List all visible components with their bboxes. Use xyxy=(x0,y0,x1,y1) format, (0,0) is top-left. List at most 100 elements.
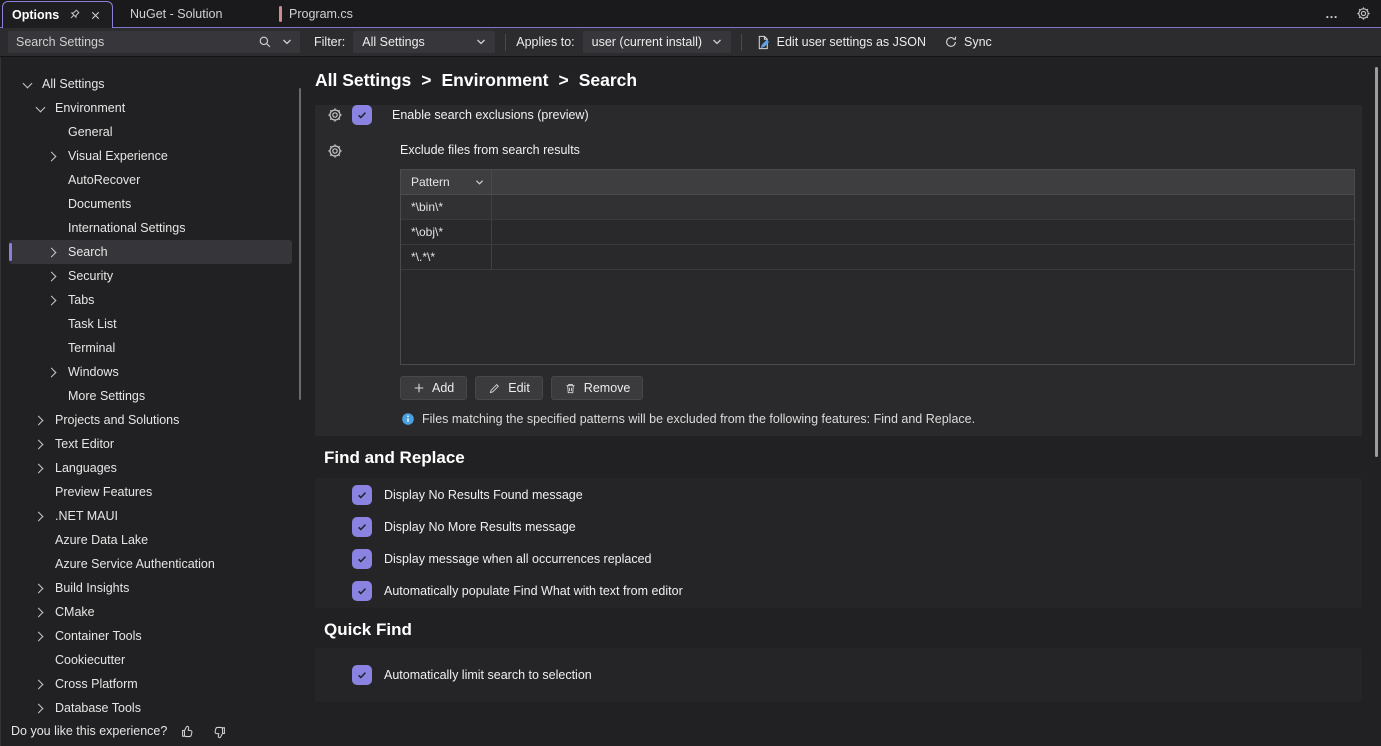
table-row[interactable]: *\obj\* xyxy=(401,220,1354,245)
sidebar-item-visual-experience[interactable]: Visual Experience xyxy=(9,144,292,168)
edit-button[interactable]: Edit xyxy=(475,376,543,400)
setting-label: Display message when all occurrences rep… xyxy=(384,552,652,566)
filter-dropdown[interactable]: All Settings xyxy=(353,31,495,53)
chevron-spacer xyxy=(34,654,47,667)
search-input-wrap xyxy=(8,31,300,53)
tree-item-label: Preview Features xyxy=(55,485,152,499)
sidebar-item-windows[interactable]: Windows xyxy=(9,360,292,384)
sidebar-item-tabs[interactable]: Tabs xyxy=(9,288,292,312)
feedback-prompt: Do you like this experience? xyxy=(11,724,167,738)
tab-program-cs[interactable]: Program.cs xyxy=(279,0,353,27)
exclude-files-label: Exclude files from search results xyxy=(400,143,580,157)
enable-exclusions-label: Enable search exclusions (preview) xyxy=(392,108,589,122)
sidebar-item-projects-and-solutions[interactable]: Projects and Solutions xyxy=(9,408,292,432)
remove-button[interactable]: Remove xyxy=(551,376,644,400)
tab-options-label: Options xyxy=(12,8,59,22)
gear-icon[interactable] xyxy=(1356,6,1371,21)
sidebar-item-environment[interactable]: Environment xyxy=(9,96,292,120)
gear-icon[interactable] xyxy=(327,107,343,123)
sync-icon xyxy=(944,35,958,49)
setting-label: Automatically limit search to selection xyxy=(384,668,592,682)
chevron-right-icon xyxy=(47,270,60,283)
edit-button-label: Edit xyxy=(508,381,530,395)
pattern-column-header[interactable]: Pattern xyxy=(401,170,492,194)
gear-icon[interactable] xyxy=(327,143,343,159)
document-edit-icon xyxy=(756,35,771,50)
sidebar-item-build-insights[interactable]: Build Insights xyxy=(9,576,292,600)
table-row[interactable]: *\bin\* xyxy=(401,195,1354,220)
sidebar-item-general[interactable]: General xyxy=(9,120,292,144)
chevron-spacer xyxy=(47,390,60,403)
setting-label: Automatically populate Find What with te… xyxy=(384,584,683,598)
search-chevron-down-icon[interactable] xyxy=(282,37,292,47)
add-button-label: Add xyxy=(432,381,454,395)
applies-to-dropdown-value: user (current install) xyxy=(592,35,702,49)
sidebar-item-cmake[interactable]: CMake xyxy=(9,600,292,624)
chevron-spacer xyxy=(47,174,60,187)
sidebar-item-terminal[interactable]: Terminal xyxy=(9,336,292,360)
chevron-down-icon[interactable] xyxy=(475,178,484,187)
sidebar-item-dotnet-maui[interactable]: .NET MAUI xyxy=(9,504,292,528)
chevron-spacer xyxy=(47,126,60,139)
find-and-replace-card: Display No Results Found message Display… xyxy=(315,478,1362,608)
search-input[interactable] xyxy=(8,35,258,49)
pattern-cell: *\obj\* xyxy=(401,220,492,244)
table-row[interactable]: *\.*\* xyxy=(401,245,1354,270)
sidebar-item-all-settings[interactable]: All Settings xyxy=(9,72,292,96)
sidebar-item-search[interactable]: Search xyxy=(9,240,292,264)
sidebar-item-azure-service-authentication[interactable]: Azure Service Authentication xyxy=(9,552,292,576)
sync-button[interactable]: Sync xyxy=(940,33,996,51)
enable-exclusions-checkbox[interactable] xyxy=(352,105,372,125)
edit-user-settings-json-button[interactable]: Edit user settings as JSON xyxy=(752,33,930,52)
pin-icon[interactable] xyxy=(67,8,81,22)
info-row: Files matching the specified patterns wi… xyxy=(401,412,1362,436)
chevron-right-icon xyxy=(47,150,60,163)
thumbs-up-icon[interactable] xyxy=(181,724,196,739)
sidebar-item-container-tools[interactable]: Container Tools xyxy=(9,624,292,648)
tree-item-label: Security xyxy=(68,269,113,283)
sidebar-scrollbar[interactable] xyxy=(299,88,301,400)
sidebar-item-cross-platform[interactable]: Cross Platform xyxy=(9,672,292,696)
occurrences-replaced-checkbox[interactable] xyxy=(352,549,372,569)
tree-item-label: Search xyxy=(68,245,108,259)
sidebar-item-preview-features[interactable]: Preview Features xyxy=(9,480,292,504)
add-button[interactable]: Add xyxy=(400,376,467,400)
table-actions: Add Edit Remove xyxy=(400,376,1362,400)
tree-item-label: Projects and Solutions xyxy=(55,413,179,427)
sidebar-item-more-settings[interactable]: More Settings xyxy=(9,384,292,408)
sidebar-item-international-settings[interactable]: International Settings xyxy=(9,216,292,240)
tree-item-label: Environment xyxy=(55,101,125,115)
applies-to-label: Applies to: xyxy=(516,35,574,49)
tab-nuget-solution[interactable]: NuGet - Solution xyxy=(130,0,222,27)
tab-overflow-button[interactable]: … xyxy=(1325,9,1339,19)
limit-search-selection-checkbox[interactable] xyxy=(352,665,372,685)
sidebar-item-security[interactable]: Security xyxy=(9,264,292,288)
sidebar-item-task-list[interactable]: Task List xyxy=(9,312,292,336)
sidebar-item-text-editor[interactable]: Text Editor xyxy=(9,432,292,456)
sidebar-item-documents[interactable]: Documents xyxy=(9,192,292,216)
sidebar-item-languages[interactable]: Languages xyxy=(9,456,292,480)
sidebar-item-database-tools[interactable]: Database Tools xyxy=(9,696,292,720)
tab-options[interactable]: Options xyxy=(2,1,113,28)
sidebar-item-cookiecutter[interactable]: Cookiecutter xyxy=(9,648,292,672)
breadcrumb-environment[interactable]: Environment xyxy=(442,70,549,91)
tree-item-label: Languages xyxy=(55,461,117,475)
tree-item-label: Visual Experience xyxy=(68,149,168,163)
chevron-spacer xyxy=(47,318,60,331)
populate-find-what-checkbox[interactable] xyxy=(352,581,372,601)
content-scrollbar[interactable] xyxy=(1375,67,1378,457)
chevron-right-icon xyxy=(34,510,47,523)
close-icon[interactable] xyxy=(89,9,102,22)
sidebar-item-autorecover[interactable]: AutoRecover xyxy=(9,168,292,192)
breadcrumb-all-settings[interactable]: All Settings xyxy=(315,70,411,91)
search-icon[interactable] xyxy=(258,35,272,49)
tree-item-label: Cookiecutter xyxy=(55,653,125,667)
breadcrumb-separator: > xyxy=(421,70,431,91)
applies-to-dropdown[interactable]: user (current install) xyxy=(583,31,731,53)
tree-item-label: Documents xyxy=(68,197,131,211)
no-results-found-checkbox[interactable] xyxy=(352,485,372,505)
chevron-spacer xyxy=(34,486,47,499)
sidebar-item-azure-data-lake[interactable]: Azure Data Lake xyxy=(9,528,292,552)
thumbs-down-icon[interactable] xyxy=(210,724,225,739)
no-more-results-checkbox[interactable] xyxy=(352,517,372,537)
